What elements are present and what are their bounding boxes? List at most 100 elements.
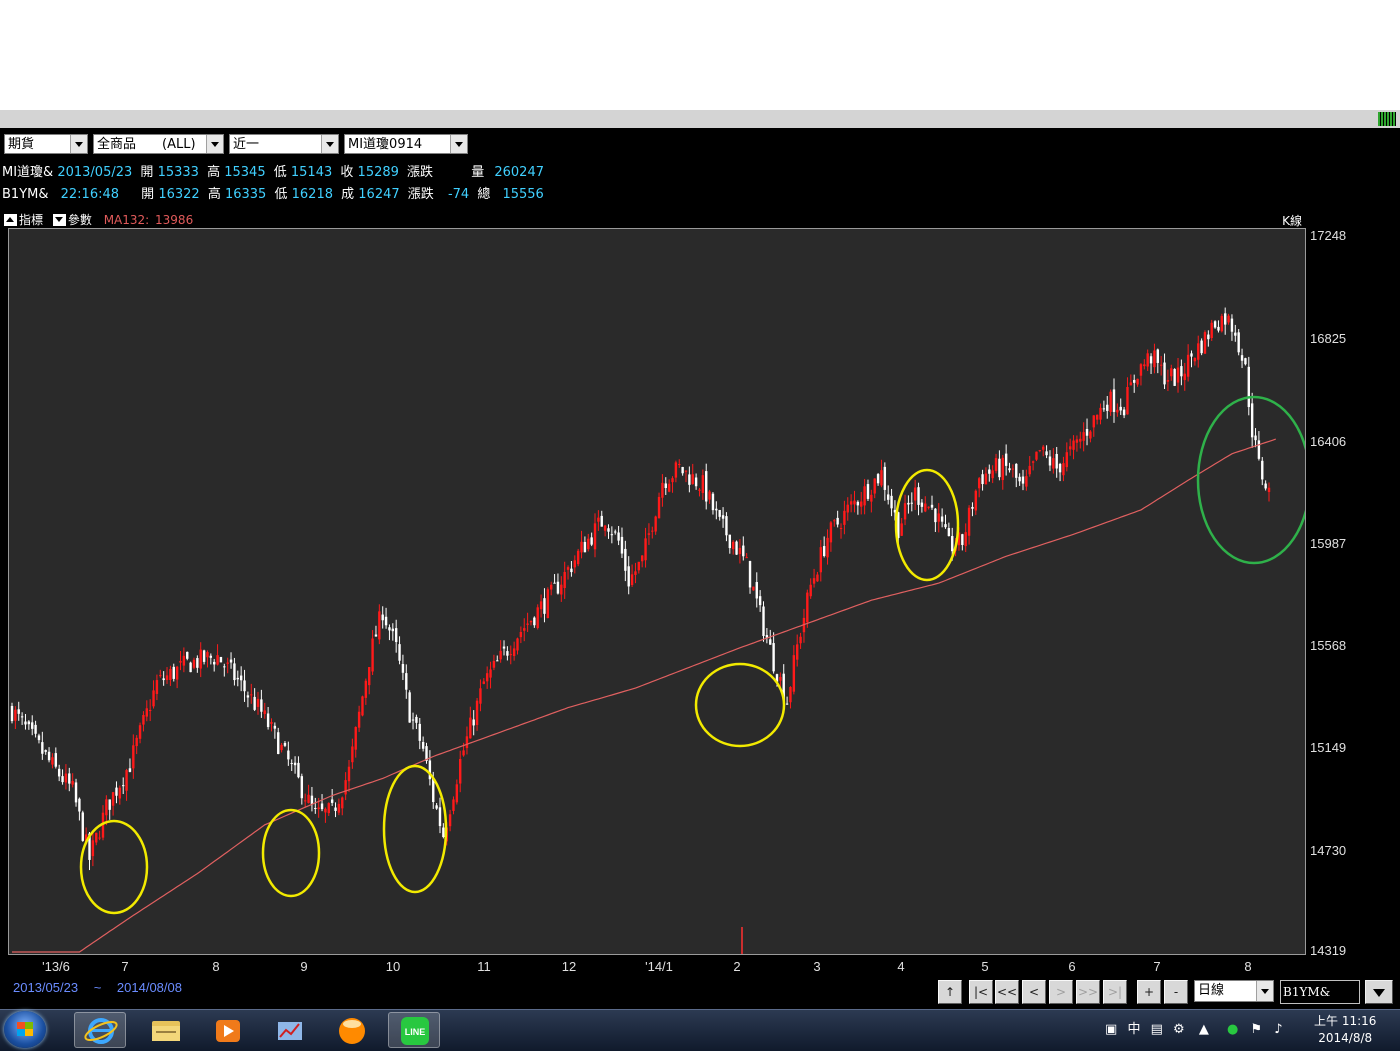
candle-body	[287, 750, 290, 760]
dropdown-arrow-icon[interactable]	[1365, 980, 1393, 1004]
market-select[interactable]: 期貨	[4, 134, 88, 154]
candle-body	[705, 471, 708, 502]
candle-body	[465, 736, 469, 749]
open-value: 15333	[157, 165, 199, 180]
candle-body	[543, 598, 546, 614]
chevron-down-icon[interactable]	[70, 135, 87, 153]
candle-body	[61, 776, 64, 783]
x-tick-label: '14/1	[645, 959, 673, 974]
candle-body	[1180, 366, 1183, 377]
network-icon[interactable]: ▣	[1105, 1022, 1117, 1037]
candle-body	[263, 710, 266, 714]
candle-body	[280, 744, 283, 751]
contract-select[interactable]: MI道瓊0914	[344, 134, 468, 154]
ie-taskbar-button[interactable]	[74, 1012, 126, 1048]
x-tick-label: 9	[300, 959, 308, 974]
range-separator: ~	[93, 980, 102, 995]
candlestick-chart	[10, 307, 1305, 954]
first-button[interactable]: |<	[969, 980, 993, 1004]
prev-button[interactable]: <	[1022, 980, 1046, 1004]
candle-body	[792, 655, 796, 692]
candle-body	[74, 782, 78, 803]
candle-body	[556, 581, 560, 594]
high-value: 15345	[224, 165, 266, 180]
chevron-down-icon[interactable]	[206, 135, 223, 153]
next-page-button[interactable]: >>	[1076, 980, 1100, 1004]
grip-icon[interactable]	[1378, 112, 1396, 126]
period-select[interactable]: 近一	[229, 134, 339, 154]
highlight-circle-yellow	[382, 764, 448, 894]
settings-icon[interactable]: ⚙	[1173, 1022, 1185, 1037]
keyboard-icon[interactable]: ▤	[1151, 1022, 1163, 1037]
clock[interactable]: 上午 11:16 2014/8/8	[1314, 1013, 1376, 1047]
candle-body	[516, 638, 519, 651]
show-hidden-icons[interactable]: ▲	[1199, 1022, 1209, 1037]
last-value: 16247	[358, 187, 400, 202]
candle-body	[273, 725, 277, 729]
chevron-down-icon[interactable]	[1256, 981, 1273, 1001]
param-label[interactable]: 參數	[68, 213, 92, 227]
candle-body	[118, 787, 122, 799]
candle-body	[152, 690, 155, 707]
candle-body	[1058, 463, 1062, 473]
candle-body	[398, 644, 401, 661]
flag-icon[interactable]: ⚑	[1250, 1022, 1262, 1037]
candle-body	[1035, 451, 1038, 460]
next-button[interactable]: >	[1049, 980, 1073, 1004]
app-taskbar-button[interactable]	[264, 1012, 316, 1048]
symbol-input[interactable]: B1YM&	[1280, 980, 1360, 1004]
candle-body	[78, 798, 81, 812]
candle-body	[1001, 457, 1004, 481]
candle-body	[967, 507, 971, 536]
indicator-bar: 指標 參數 MA132: 13986	[4, 211, 193, 228]
indicator-label[interactable]: 指標	[19, 213, 43, 227]
zoom-out-button[interactable]: -	[1164, 980, 1188, 1004]
candle-body	[981, 474, 984, 485]
prev-page-button[interactable]: <<	[995, 980, 1019, 1004]
line-tray-icon[interactable]: ●	[1227, 1022, 1238, 1037]
candle-body	[105, 799, 108, 816]
product-select[interactable]: 全商品 (ALL)	[93, 134, 224, 154]
indicator-up-icon[interactable]	[4, 214, 17, 226]
candle-body	[179, 660, 182, 663]
high-label: 高	[207, 187, 221, 202]
candle-body	[314, 808, 317, 810]
chart-period-select[interactable]: 日線	[1194, 980, 1274, 1002]
chevron-down-icon[interactable]	[321, 135, 338, 153]
candle-body	[671, 478, 674, 483]
candle-body	[725, 516, 728, 536]
x-tick-label: 11	[477, 959, 491, 974]
y-tick-label: 14319	[1310, 943, 1347, 958]
zoom-in-button[interactable]: +	[1137, 980, 1161, 1004]
explorer-taskbar-button[interactable]	[140, 1012, 192, 1048]
price-chart[interactable]	[8, 228, 1306, 955]
clock-date: 2014/8/8	[1318, 1031, 1373, 1045]
candle-body	[394, 628, 398, 643]
candle-body	[634, 571, 637, 575]
volume-icon[interactable]: ♪	[1274, 1022, 1282, 1037]
chevron-down-icon[interactable]	[450, 135, 467, 153]
line-taskbar-button[interactable]: LINE	[388, 1012, 440, 1048]
last-button[interactable]: >|	[1103, 980, 1127, 1004]
candle-body	[145, 708, 148, 717]
candle-body	[361, 696, 364, 716]
highlight-circle-yellow	[694, 662, 786, 748]
candle-body	[17, 709, 20, 714]
candle-body	[1264, 483, 1267, 489]
candle-body	[256, 698, 260, 707]
media-player-taskbar-button[interactable]	[202, 1012, 254, 1048]
candle-body	[977, 478, 981, 489]
candle-body	[320, 803, 324, 810]
scroll-up-button[interactable]: ↑	[938, 980, 962, 1004]
candle-body	[448, 814, 452, 827]
browser-taskbar-button[interactable]	[326, 1012, 378, 1048]
candle-body	[455, 784, 459, 803]
candle-body	[708, 491, 711, 500]
param-down-icon[interactable]	[52, 214, 66, 226]
ime-indicator[interactable]: 中	[1127, 1022, 1140, 1037]
candle-body	[239, 675, 243, 681]
start-button[interactable]	[4, 1011, 46, 1048]
candle-body	[496, 660, 499, 662]
candle-body	[576, 550, 580, 565]
candle-body	[691, 474, 694, 485]
